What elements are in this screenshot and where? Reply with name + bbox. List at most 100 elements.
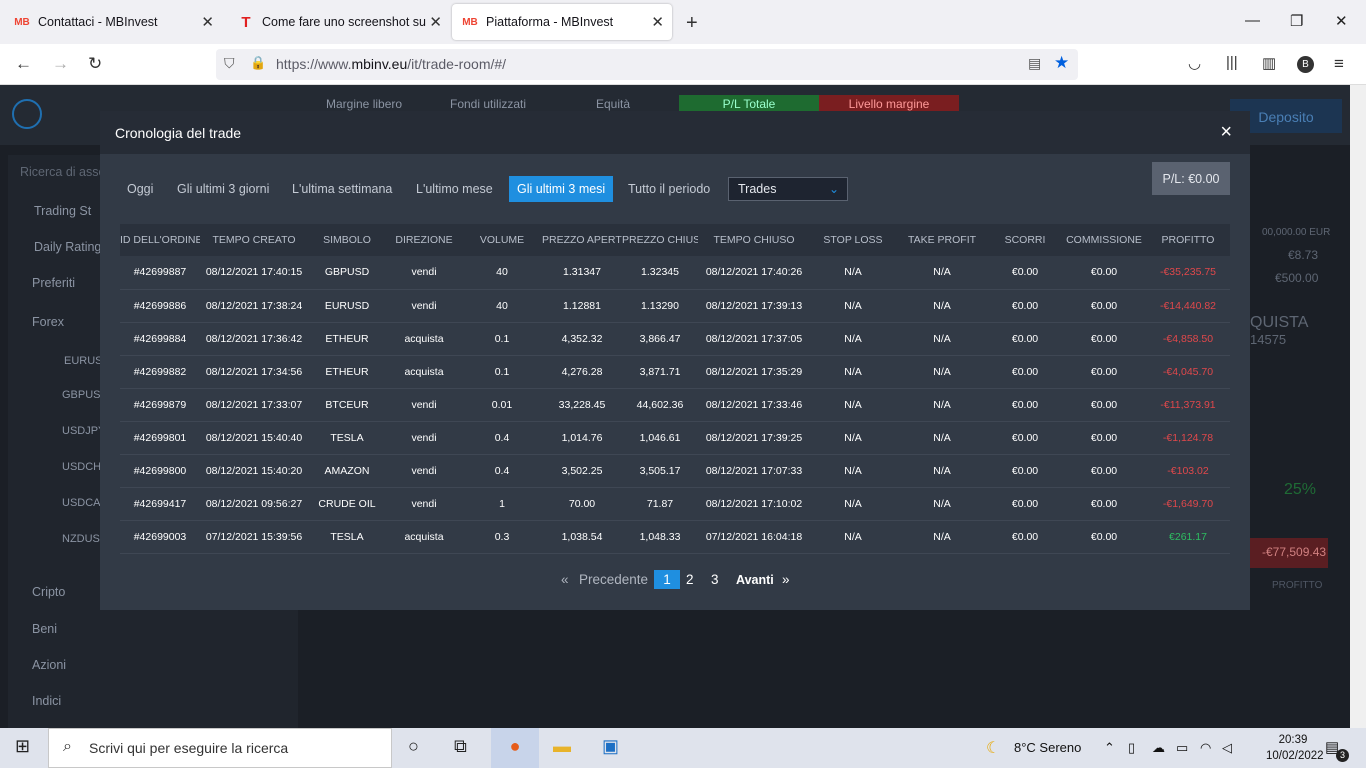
filter-oggi[interactable]: Oggi	[119, 176, 161, 202]
table-row[interactable]: #42699879 08/12/2021 17:33:07 BTCEUR vendi 0…	[120, 388, 1230, 421]
buy-button-label[interactable]: QUISTA	[1250, 314, 1308, 332]
sidebar-item-trading[interactable]: Trading St	[34, 204, 91, 218]
col-header-volume[interactable]: VOLUME	[462, 224, 542, 256]
sidebar-item-azioni[interactable]: Azioni	[32, 658, 66, 672]
cell-symbol: EURUSD	[324, 299, 370, 312]
col-header-take-profit[interactable]: TAKE PROFIT	[896, 224, 988, 256]
table-row[interactable]: #42699801 08/12/2021 15:40:40 TESLA vendi 0.…	[120, 421, 1230, 454]
asset-search-input[interactable]: Ricerca di asset	[20, 165, 109, 179]
cell-close-price: 1.32345	[641, 266, 679, 279]
col-header-open-price[interactable]: PREZZO APERTURA	[542, 224, 622, 256]
tab-contattaci[interactable]: MB Contattaci - MBInvest ✕	[4, 4, 222, 40]
next-page-link[interactable]: Avanti	[736, 573, 774, 587]
menu-icon[interactable]: ≡	[1334, 54, 1344, 74]
sidebar-item-forex[interactable]: Forex	[32, 315, 64, 329]
table-row[interactable]: #42699887 08/12/2021 17:40:15 GBPUSD vendi 4…	[120, 256, 1230, 289]
col-header-stop-loss[interactable]: STOP LOSS	[810, 224, 896, 256]
table-row[interactable]: #42699884 08/12/2021 17:36:42 ETHEUR acquis…	[120, 322, 1230, 355]
table-row[interactable]: #42699882 08/12/2021 17:34:56 ETHEUR acquis…	[120, 355, 1230, 388]
lock-icon[interactable]: 🔒	[250, 55, 266, 71]
hamburger-icon[interactable]	[12, 99, 42, 129]
restore-icon[interactable]: ❐	[1290, 12, 1303, 30]
pl-summary: P/L: €0.00	[1152, 162, 1230, 195]
volume-icon[interactable]: ◁	[1222, 740, 1232, 756]
onedrive-cloud-icon[interactable]: ☁	[1152, 740, 1165, 756]
cell-volume: 0.3	[494, 530, 510, 543]
page-3-link[interactable]: 3	[711, 572, 719, 587]
cell-open-price: 3,502.25	[561, 464, 603, 477]
page-2-link[interactable]: 2	[686, 572, 694, 587]
cell-commission: €0.00	[1090, 332, 1118, 345]
close-tab-icon[interactable]: ✕	[201, 13, 214, 31]
page-1-link[interactable]: 1	[654, 570, 680, 589]
library-icon[interactable]: |||	[1226, 54, 1238, 71]
col-header-closed[interactable]: TEMPO CHIUSO	[698, 224, 810, 256]
back-icon[interactable]: ←	[15, 54, 32, 74]
col-header-close-price[interactable]: PREZZO CHIUSURA	[622, 224, 698, 256]
col-header-created[interactable]: TEMPO CREATO	[200, 224, 308, 256]
cell-volume: 40	[496, 266, 508, 279]
weather-text[interactable]: 8°C Sereno	[1014, 740, 1081, 755]
reader-view-icon[interactable]: ▤	[1028, 55, 1041, 72]
table-row[interactable]: #42699800 08/12/2021 15:40:20 AMAZON vendi 0…	[120, 454, 1230, 487]
close-tab-icon[interactable]: ✕	[651, 13, 664, 31]
filter-tutto-il-periodo[interactable]: Tutto il periodo	[620, 176, 718, 202]
taskbar-clock[interactable]: 20:39 10/02/2022	[1266, 732, 1324, 764]
windows-start-icon[interactable]: ⊞	[15, 736, 30, 757]
bookmark-star-icon[interactable]: ★	[1054, 53, 1069, 73]
col-header-profit[interactable]: PROFITTO	[1146, 224, 1230, 256]
tab-screenshot[interactable]: T Come fare uno screenshot su un ✕	[228, 4, 450, 40]
address-bar[interactable]: ⛉ 🔒 https://www.mbinv.eu/it/trade-room/#…	[216, 49, 1078, 80]
close-tab-icon[interactable]: ✕	[429, 13, 442, 31]
taskbar-search-input[interactable]: ⌕ Scrivi qui per eseguire la ricerca	[48, 728, 392, 768]
filter-ultimo-mese[interactable]: L'ultimo mese	[408, 176, 501, 202]
profile-avatar[interactable]: B	[1297, 56, 1314, 73]
value-b: €500.00	[1275, 271, 1319, 285]
cortana-icon[interactable]: ○	[408, 736, 419, 757]
wifi-icon[interactable]: ◠	[1200, 740, 1211, 756]
col-header-swap[interactable]: SCORRI	[988, 224, 1062, 256]
page-scrollbar[interactable]	[1350, 85, 1366, 728]
table-row[interactable]: #42699886 08/12/2021 17:38:24 EURUSD vendi 4…	[120, 289, 1230, 322]
sidebar-item-cripto[interactable]: Cripto	[32, 585, 65, 599]
filter-ultima-settimana[interactable]: L'ultima settimana	[284, 176, 400, 202]
sidebar-item-indici[interactable]: Indici	[32, 694, 61, 708]
col-header-commission[interactable]: COMMISSIONE	[1062, 224, 1146, 256]
forward-icon[interactable]: →	[52, 54, 69, 74]
minimize-icon[interactable]: —	[1245, 12, 1260, 29]
close-icon[interactable]: ×	[1220, 121, 1232, 144]
close-window-icon[interactable]: ✕	[1335, 12, 1348, 30]
sidebar-item-usdjpy[interactable]: USDJPY	[62, 425, 105, 437]
filter-ultimi-3-giorni[interactable]: Gli ultimi 3 giorni	[169, 176, 277, 202]
firefox-icon[interactable]: ●	[491, 728, 539, 768]
tab-piattaforma[interactable]: MB Piattaforma - MBInvest ✕	[452, 4, 672, 40]
reload-icon[interactable]: ↻	[88, 54, 102, 74]
sidebar-item-eurusd[interactable]: EURUS	[64, 355, 103, 367]
col-header-id[interactable]: ID DELL'ORDINE	[120, 224, 200, 256]
weather-moon-icon[interactable]: ☾	[986, 738, 1000, 758]
sidebar-item-beni[interactable]: Beni	[32, 622, 57, 636]
col-header-symbol[interactable]: SIMBOLO	[308, 224, 386, 256]
file-explorer-icon[interactable]: ▬	[553, 736, 571, 757]
sidebar-icon[interactable]: ▥	[1262, 54, 1276, 72]
last-page-link[interactable]: »	[782, 572, 790, 587]
table-row[interactable]: #42699417 08/12/2021 09:56:27 CRUDE OIL ven…	[120, 487, 1230, 520]
sentiment-percent: 25%	[1284, 481, 1317, 498]
tray-chevron-up-icon[interactable]: ⌃	[1104, 740, 1115, 756]
sidebar-item-daily-rating[interactable]: Daily Rating	[34, 240, 101, 254]
tray-device-icon[interactable]: ▯	[1128, 740, 1135, 756]
filter-ultimi-3-mesi[interactable]: Gli ultimi 3 mesi	[509, 176, 614, 202]
prev-page-link[interactable]: Precedente	[579, 572, 648, 587]
photos-icon[interactable]: ▣	[602, 736, 619, 757]
shield-icon[interactable]: ⛉	[224, 55, 235, 72]
battery-icon[interactable]: ▭	[1176, 740, 1188, 756]
pocket-icon[interactable]: ◡	[1188, 54, 1201, 72]
sidebar-item-preferiti[interactable]: Preferiti	[32, 276, 75, 290]
type-select[interactable]: Trades ⌄	[728, 177, 848, 201]
table-row[interactable]: #42699003 07/12/2021 15:39:56 TESLA acquist…	[120, 520, 1230, 553]
first-page-link[interactable]: «	[561, 572, 569, 587]
cell-stop-loss: N/A	[844, 530, 862, 543]
col-header-direction[interactable]: DIREZIONE	[386, 224, 462, 256]
new-tab-icon[interactable]: +	[686, 12, 698, 35]
task-view-icon[interactable]: ⧉	[454, 736, 467, 757]
